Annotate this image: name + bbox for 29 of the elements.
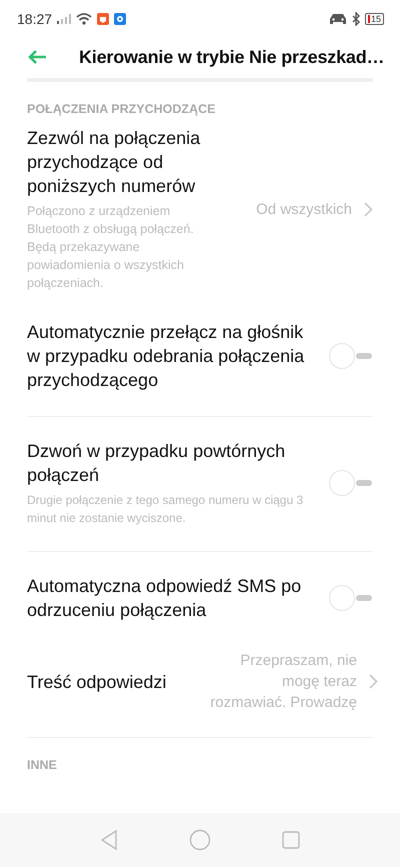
setting-title: Zezwól na połączenia przychodzące od poniższych numerów — [27, 127, 202, 198]
back-nav-button[interactable] — [100, 830, 118, 850]
wifi-icon — [76, 13, 92, 25]
battery-indicator: 15 — [364, 13, 384, 25]
home-button[interactable] — [188, 829, 211, 851]
setting-title: Automatycznie przełącz na głośnik w przypadku odebrania połączenia przychodzącego — [27, 321, 306, 392]
signal-icon — [57, 14, 72, 24]
clock-time: 18:27 — [17, 11, 52, 27]
toggle-switch[interactable] — [329, 343, 373, 369]
setting-description: Drugie połączenie z tego samego numeru w ciągu 3 minut nie zostanie wyciszone. — [27, 492, 304, 527]
section-header: POŁĄCZENIA PRZYCHODZĄCE — [27, 102, 216, 116]
setting-title: Treść odpowiedzi — [27, 670, 168, 694]
app-icon — [97, 13, 110, 25]
back-button[interactable] — [27, 48, 47, 66]
chevron-icon — [369, 674, 378, 689]
toggle-switch[interactable] — [329, 585, 373, 611]
car-icon — [328, 13, 347, 25]
setting-value[interactable]: Od wszystkich — [256, 198, 352, 220]
setting-title: Automatyczna odpowiedź SMS po odrzuceniu połączenia — [27, 575, 302, 622]
toggle-switch[interactable] — [329, 470, 373, 496]
setting-description: Połączono z urządzeniem Bluetooth z obsługą połączeń. Będą przekazywane powiadomienia o wszystkich połączeniach. — [27, 203, 195, 292]
section-header: INNE — [27, 758, 58, 772]
bluetooth-icon — [352, 12, 360, 26]
recents-button[interactable] — [282, 831, 300, 849]
setting-title: Dzwoń w przypadku powtórnych połączeń — [27, 440, 286, 487]
page-title: Kierowanie w trybie Nie przeszkad… — [79, 46, 384, 68]
setting-value[interactable]: Przepraszam, nie mogę teraz rozmawiać. Prowadzę — [207, 650, 357, 713]
app-icon — [114, 13, 126, 25]
chevron-icon — [364, 202, 373, 216]
